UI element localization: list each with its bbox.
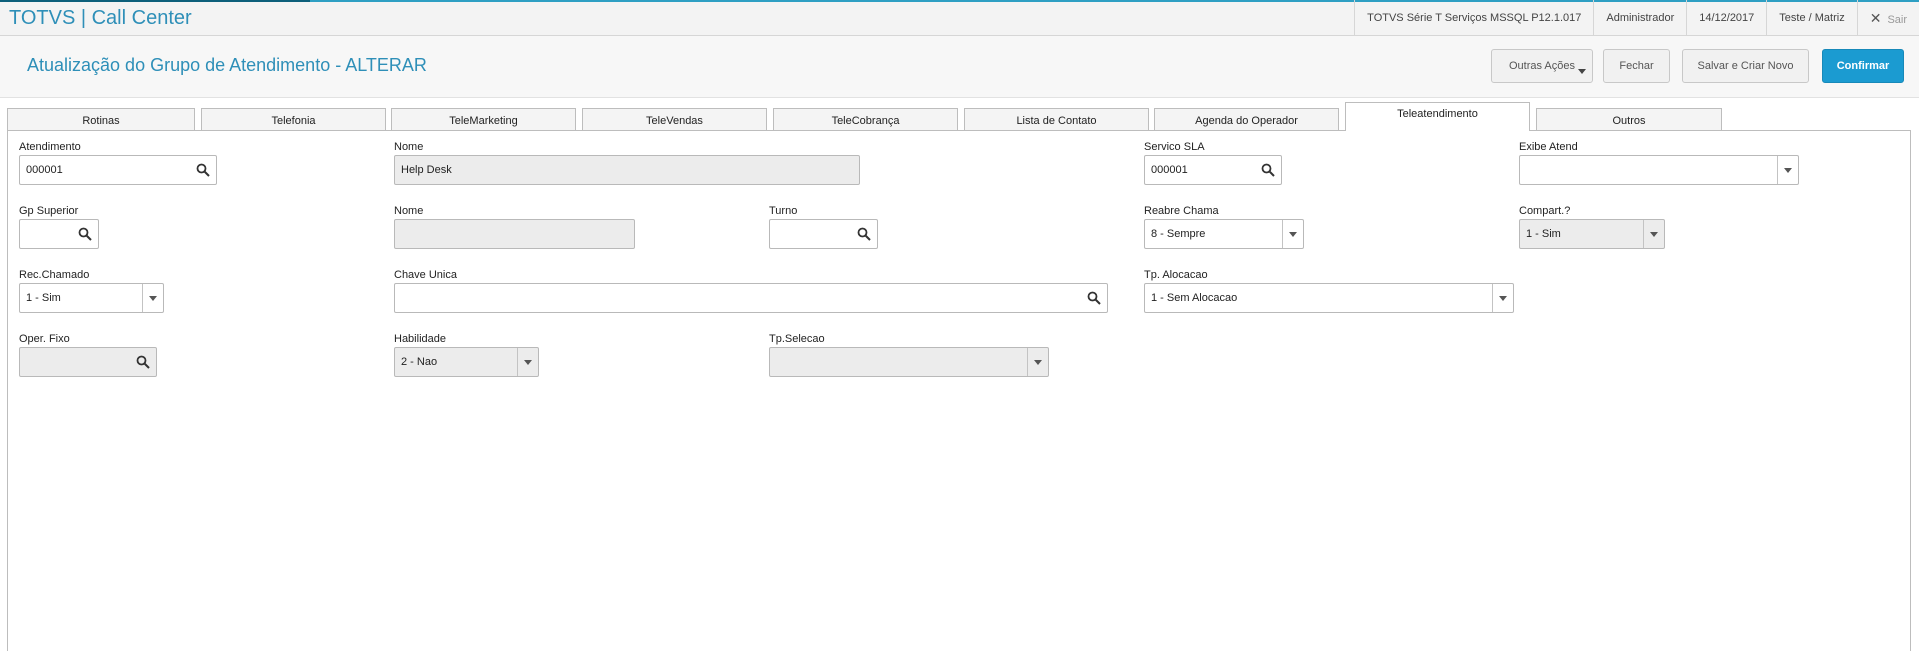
servico-sla-label: Servico SLA bbox=[1144, 141, 1205, 153]
oper-fixo-field[interactable] bbox=[19, 347, 157, 377]
chevron-down-icon[interactable] bbox=[1282, 220, 1303, 248]
atendimento-label: Atendimento bbox=[19, 141, 81, 153]
save-new-button[interactable]: Salvar e Criar Novo bbox=[1682, 49, 1809, 83]
reabre-chama-value: 8 - Sempre bbox=[1151, 228, 1206, 240]
habilidade-value: 2 - Nao bbox=[401, 356, 438, 368]
chevron-down-icon bbox=[1578, 69, 1586, 74]
search-icon[interactable] bbox=[1261, 163, 1275, 177]
tab-agenda-do-operador[interactable]: Agenda do Operador bbox=[1154, 108, 1339, 130]
nome-label: Nome bbox=[394, 141, 424, 153]
search-icon[interactable] bbox=[136, 355, 150, 369]
tab-telefonia[interactable]: Telefonia bbox=[201, 108, 386, 130]
compart-value: 1 - Sim bbox=[1526, 228, 1561, 240]
rec-chamado-select[interactable]: 1 - Sim bbox=[19, 283, 164, 313]
tab-telecobranca[interactable]: TeleCobrança bbox=[773, 108, 958, 130]
top-accent-line-active bbox=[0, 0, 310, 2]
oper-fixo-label: Oper. Fixo bbox=[19, 333, 70, 345]
reabre-chama-label: Reabre Chama bbox=[1144, 205, 1219, 217]
reabre-chama-select[interactable]: 8 - Sempre bbox=[1144, 219, 1304, 249]
tp-alocacao-value: 1 - Sem Alocacao bbox=[1151, 292, 1238, 304]
search-icon[interactable] bbox=[196, 163, 210, 177]
tp-alocacao-select[interactable]: 1 - Sem Alocacao bbox=[1144, 283, 1514, 313]
confirm-button[interactable]: Confirmar bbox=[1822, 49, 1904, 83]
environment-label: TOTVS Série T Serviços MSSQL P12.1.017 bbox=[1354, 0, 1593, 36]
compart-label: Compart.? bbox=[1519, 205, 1571, 217]
other-actions-label: Outras Ações bbox=[1508, 60, 1576, 72]
exibe-atend-select[interactable] bbox=[1519, 155, 1799, 185]
habilidade-label: Habilidade bbox=[394, 333, 446, 345]
search-icon[interactable] bbox=[1087, 291, 1101, 305]
nome-superior-label: Nome bbox=[394, 205, 424, 217]
exit-label: Sair bbox=[1887, 14, 1907, 26]
user-label: Administrador bbox=[1593, 0, 1686, 36]
rec-chamado-label: Rec.Chamado bbox=[19, 269, 90, 281]
servico-sla-field[interactable]: 000001 bbox=[1144, 155, 1282, 185]
exit-button[interactable]: ✕ Sair bbox=[1856, 0, 1919, 36]
chevron-down-icon[interactable] bbox=[142, 284, 163, 312]
chevron-down-icon[interactable] bbox=[1643, 220, 1664, 248]
tab-content-panel bbox=[7, 131, 1911, 651]
tab-outros[interactable]: Outros bbox=[1536, 108, 1722, 130]
tab-telemarketing[interactable]: TeleMarketing bbox=[391, 108, 576, 130]
atendimento-value: 000001 bbox=[26, 164, 63, 176]
tab-televendas[interactable]: TeleVendas bbox=[582, 108, 767, 130]
app-title: TOTVS | Call Center bbox=[9, 7, 192, 29]
nome-superior-field[interactable] bbox=[394, 219, 635, 249]
nome-field[interactable]: Help Desk bbox=[394, 155, 860, 185]
search-icon[interactable] bbox=[857, 227, 871, 241]
tab-lista-de-contato[interactable]: Lista de Contato bbox=[964, 108, 1149, 130]
close-icon: ✕ bbox=[1869, 10, 1882, 26]
exibe-atend-label: Exibe Atend bbox=[1519, 141, 1578, 153]
rec-chamado-value: 1 - Sim bbox=[26, 292, 61, 304]
close-button[interactable]: Fechar bbox=[1603, 49, 1670, 83]
turno-label: Turno bbox=[769, 205, 798, 217]
tab-rotinas[interactable]: Rotinas bbox=[7, 108, 195, 130]
chevron-down-icon[interactable] bbox=[517, 348, 538, 376]
compart-select[interactable]: 1 - Sim bbox=[1519, 219, 1665, 249]
gp-superior-field[interactable] bbox=[19, 219, 99, 249]
header-info: TOTVS Série T Serviços MSSQL P12.1.017 A… bbox=[1354, 0, 1919, 36]
gp-superior-label: Gp Superior bbox=[19, 205, 79, 217]
chave-unica-label: Chave Unica bbox=[394, 269, 457, 281]
page-title: Atualização do Grupo de Atendimento - AL… bbox=[27, 55, 427, 75]
other-actions-button[interactable]: Outras Ações bbox=[1491, 49, 1593, 83]
date-label: 14/12/2017 bbox=[1686, 0, 1766, 36]
tp-selecao-select[interactable] bbox=[769, 347, 1049, 377]
atendimento-field[interactable]: 000001 bbox=[19, 155, 217, 185]
tab-teleatendimento[interactable]: Teleatendimento bbox=[1345, 102, 1530, 131]
chave-unica-field[interactable] bbox=[394, 283, 1108, 313]
chevron-down-icon[interactable] bbox=[1492, 284, 1513, 312]
branch-label[interactable]: Teste / Matriz bbox=[1766, 0, 1856, 36]
tp-alocacao-label: Tp. Alocacao bbox=[1144, 269, 1208, 281]
turno-field[interactable] bbox=[769, 219, 878, 249]
chevron-down-icon[interactable] bbox=[1027, 348, 1048, 376]
chevron-down-icon[interactable] bbox=[1777, 156, 1798, 184]
nome-value: Help Desk bbox=[401, 164, 452, 176]
servico-sla-value: 000001 bbox=[1151, 164, 1188, 176]
habilidade-select[interactable]: 2 - Nao bbox=[394, 347, 539, 377]
search-icon[interactable] bbox=[78, 227, 92, 241]
tp-selecao-label: Tp.Selecao bbox=[769, 333, 825, 345]
